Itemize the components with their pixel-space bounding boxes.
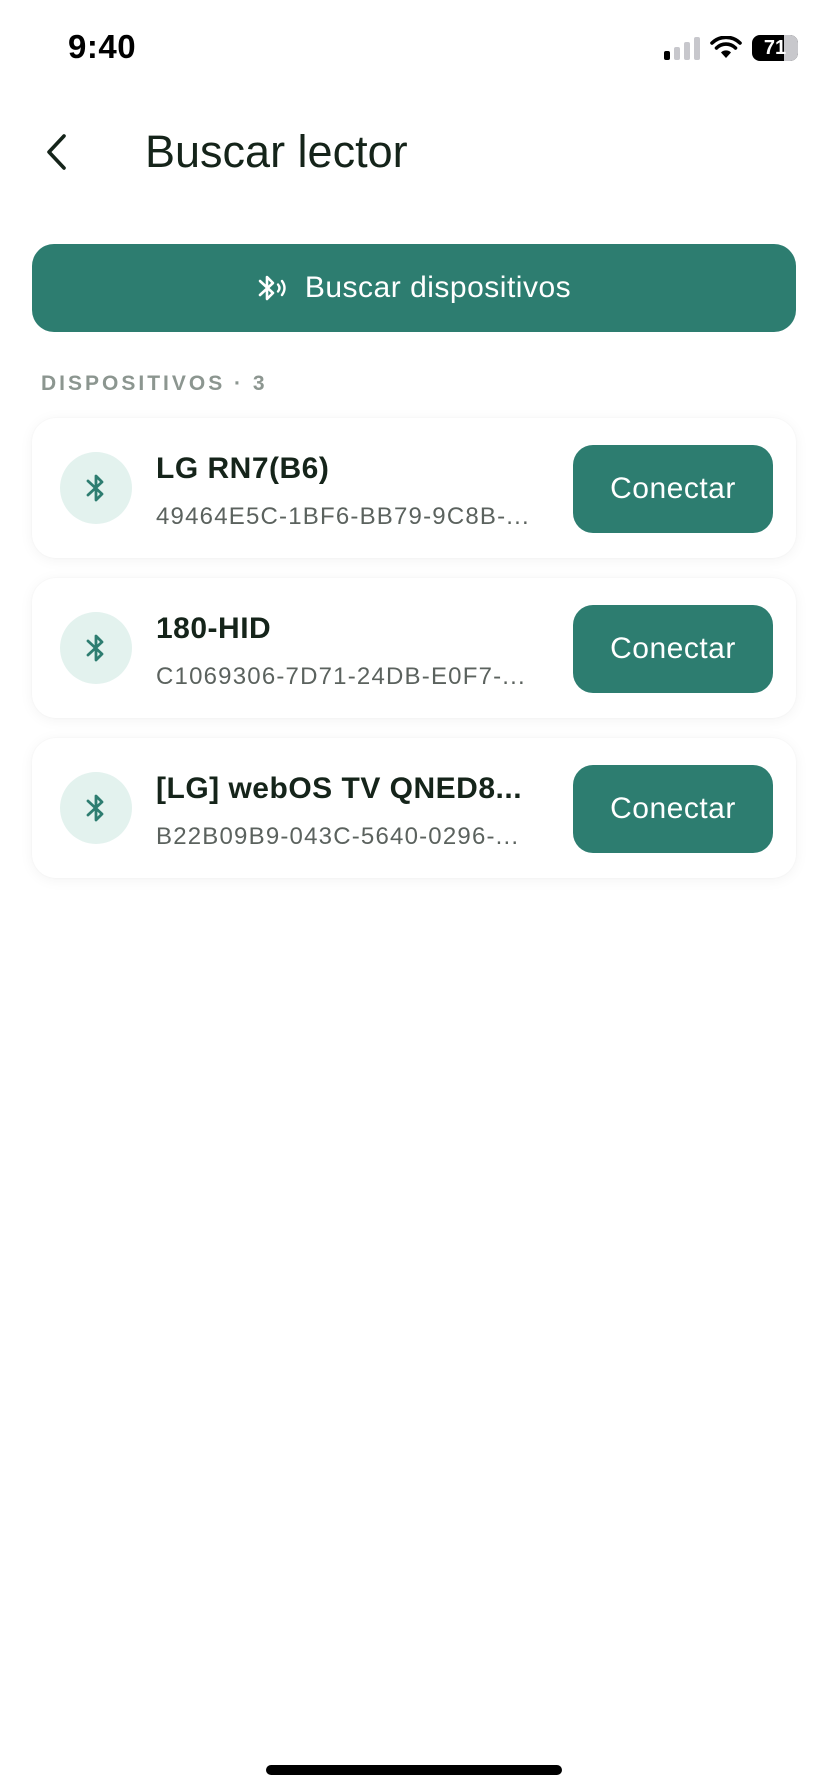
bluetooth-icon (86, 474, 104, 502)
chevron-left-icon (47, 134, 66, 170)
home-indicator[interactable] (266, 1765, 562, 1775)
device-id: C1069306-7D71-24DB-E0F7-... (156, 663, 526, 690)
device-card: 180-HID C1069306-7D71-24DB-E0F7-... Cone… (32, 578, 796, 718)
devices-section-label: DISPOSITIVOS · 3 (41, 372, 268, 395)
device-card: [LG] webOS TV QNED8... B22B09B9-043C-564… (32, 738, 796, 878)
connect-button[interactable]: Conectar (573, 445, 773, 533)
bluetooth-icon (86, 634, 104, 662)
scan-devices-label: Buscar dispositivos (304, 271, 572, 304)
device-icon-circle (60, 612, 132, 684)
device-card: LG RN7(B6) 49464E5C-1BF6-BB79-9C8B-... C… (32, 418, 796, 558)
battery-level: 71 (763, 36, 787, 59)
device-name: 180-HID (156, 612, 272, 645)
screen: 9:40 71 Buscar lector Buscar dispositivo… (0, 0, 828, 1792)
device-name: LG RN7(B6) (156, 452, 330, 485)
device-id: 49464E5C-1BF6-BB79-9C8B-... (156, 503, 530, 530)
status-time: 9:40 (68, 28, 137, 65)
scan-devices-button[interactable]: Buscar dispositivos (32, 244, 796, 332)
device-icon-circle (60, 452, 132, 524)
page-title: Buscar lector (145, 126, 408, 177)
battery-icon: 71 (752, 35, 798, 61)
bluetooth-searching-icon (258, 275, 286, 301)
cellular-signal-icon (664, 36, 700, 60)
device-id: B22B09B9-043C-5640-0296-... (156, 823, 520, 850)
bluetooth-icon (86, 794, 104, 822)
status-icons: 71 (664, 34, 798, 62)
connect-button[interactable]: Conectar (573, 605, 773, 693)
wifi-icon (710, 36, 742, 58)
device-icon-circle (60, 772, 132, 844)
device-name: [LG] webOS TV QNED8... (156, 772, 523, 805)
back-button[interactable] (36, 124, 76, 180)
connect-button[interactable]: Conectar (573, 765, 773, 853)
